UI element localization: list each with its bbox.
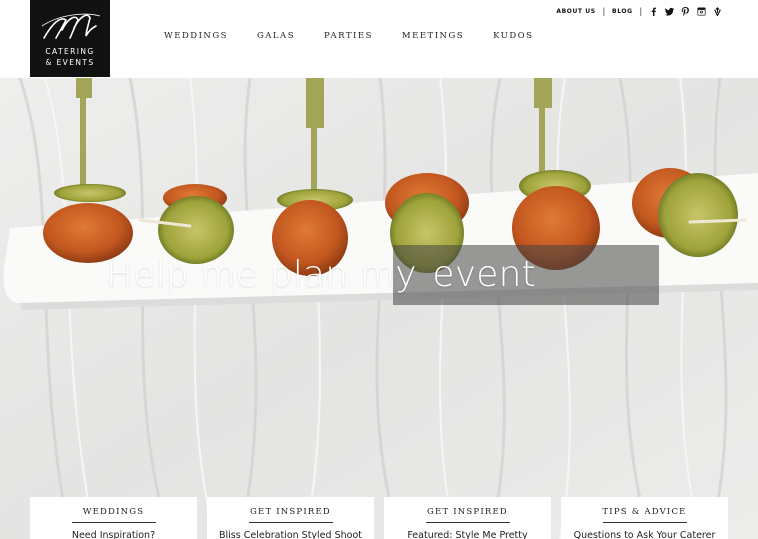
card-bliss-celebration[interactable]: GET INSPIRED Bliss Celebration Styled Sh…: [207, 497, 374, 539]
card-category: GET INSPIRED: [427, 507, 508, 517]
about-us-link[interactable]: ABOUT US: [556, 8, 595, 15]
featured-cards: WEDDINGS Need Inspiration? GET INSPIRED …: [30, 497, 730, 539]
hero-banner: Help me plan my event: [0, 78, 758, 539]
card-title: Bliss Celebration Styled Shoot: [219, 530, 362, 539]
nav-parties[interactable]: PARTIES: [324, 31, 373, 41]
instagram-icon[interactable]: [697, 6, 706, 16]
card-category: TIPS & ADVICE: [602, 507, 687, 517]
logo-text: CATERING & EVENTS: [30, 46, 110, 68]
vine-icon[interactable]: [713, 6, 722, 16]
card-title: Featured: Style Me Pretty: [407, 530, 528, 539]
facebook-icon[interactable]: [649, 7, 658, 16]
hero-food-photo: [0, 78, 758, 539]
card-title: Need Inspiration?: [71, 530, 156, 539]
logo-monogram-icon: [41, 13, 101, 39]
nav-weddings[interactable]: WEDDINGS: [164, 31, 228, 41]
card-tips-advice[interactable]: TIPS & ADVICE Questions to Ask Your Cate…: [561, 497, 728, 539]
logo-line-events: & EVENTS: [45, 58, 95, 67]
divider: |: [639, 6, 642, 16]
card-category: WEDDINGS: [82, 507, 145, 517]
hero-heading[interactable]: Help me plan my event: [106, 254, 536, 295]
nav-meetings[interactable]: MEETINGS: [402, 31, 464, 41]
divider: |: [602, 6, 606, 16]
blog-link[interactable]: BLOG: [612, 8, 633, 15]
card-weddings[interactable]: WEDDINGS Need Inspiration?: [30, 497, 197, 539]
card-style-me-pretty[interactable]: GET INSPIRED Featured: Style Me Pretty: [384, 497, 551, 539]
main-nav: WEDDINGS GALAS PARTIES MEETINGS KUDOS: [164, 31, 562, 41]
logo[interactable]: CATERING & EVENTS: [30, 0, 110, 77]
card-title: Questions to Ask Your Caterer: [573, 530, 716, 539]
pinterest-icon[interactable]: [681, 6, 690, 16]
card-category: GET INSPIRED: [250, 507, 331, 517]
twitter-icon[interactable]: [665, 7, 674, 16]
card-divider: [71, 522, 156, 523]
site-header: CATERING & EVENTS WEDDINGS GALAS PARTIES…: [0, 0, 758, 78]
nav-galas[interactable]: GALAS: [257, 31, 295, 41]
card-divider: [248, 522, 333, 523]
card-divider: [425, 522, 510, 523]
card-divider: [602, 522, 687, 523]
hero-heading-main: Help me plan my: [106, 254, 417, 295]
utility-nav: ABOUT US | BLOG |: [556, 6, 722, 16]
hero-heading-event: event: [432, 254, 536, 295]
nav-kudos[interactable]: KUDOS: [493, 31, 533, 41]
logo-line-catering: CATERING: [45, 47, 95, 56]
